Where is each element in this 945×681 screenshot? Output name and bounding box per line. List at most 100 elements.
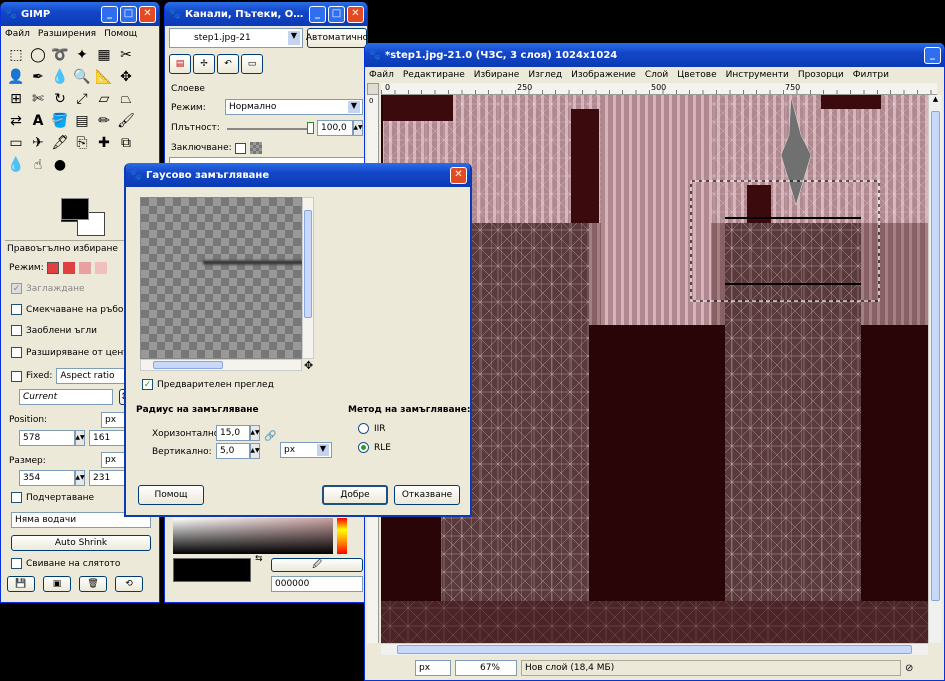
menu-image[interactable]: Изображение	[571, 70, 636, 80]
align-icon[interactable]: ⊞	[5, 88, 27, 110]
iir-radio[interactable]	[358, 423, 369, 434]
vertical-scrollbar[interactable]: ▲	[928, 95, 942, 643]
blend-icon[interactable]: ▤	[71, 110, 93, 132]
menu-help[interactable]: Помощ	[104, 29, 137, 39]
opacity-slider-handle[interactable]	[307, 122, 314, 134]
heal-icon[interactable]: ✚	[93, 132, 115, 154]
close-button[interactable]: ✕	[347, 5, 364, 23]
position-x-spinner[interactable]: ▲▼	[75, 430, 85, 446]
airbrush-icon[interactable]: ✈	[27, 132, 49, 154]
chain-link-icon[interactable]: 🔗	[264, 431, 276, 442]
menu-tools[interactable]: Инструменти	[726, 70, 789, 80]
menu-filters[interactable]: Филтри	[853, 70, 889, 80]
menu-view[interactable]: Изглед	[528, 70, 562, 80]
rounded-checkbox[interactable]	[11, 325, 22, 336]
opacity-slider[interactable]	[227, 128, 309, 130]
dialog-titlebar[interactable]: 🐾 Гаусово замъгляване ✕	[126, 163, 470, 187]
preview-vscroll-thumb[interactable]	[304, 210, 312, 318]
hex-input[interactable]: 000000	[271, 576, 363, 592]
crop-icon[interactable]: ✄	[27, 88, 49, 110]
antialias-checkbox[interactable]: ✓	[11, 283, 22, 294]
horizontal-input[interactable]: 15,0	[216, 425, 250, 441]
lock-alpha-checkbox[interactable]	[234, 142, 246, 154]
text-icon[interactable]: A	[27, 110, 49, 132]
fg-color-swatch-front[interactable]	[61, 198, 89, 220]
vertical-input[interactable]: 5,0	[216, 443, 250, 459]
minimize-button[interactable]: _	[924, 46, 941, 64]
menu-file[interactable]: Файл	[5, 29, 30, 39]
perspective-icon[interactable]: ⏢	[115, 88, 137, 110]
help-button[interactable]: Помощ	[138, 485, 204, 505]
rect-select-icon[interactable]: ⬚	[5, 44, 27, 66]
menu-colors[interactable]: Цветове	[677, 70, 716, 80]
highlight-checkbox[interactable]	[11, 492, 22, 503]
picker-button[interactable]: 🖉	[271, 558, 363, 572]
scroll-thumb[interactable]	[931, 111, 940, 601]
color-gradient-area[interactable]	[173, 518, 333, 554]
radius-unit-select[interactable]: px ▼	[280, 442, 332, 458]
highlight-row[interactable]: Подчертаване	[11, 492, 94, 503]
toolbox-titlebar[interactable]: 🐾 GIMP _ □ ✕	[1, 2, 159, 26]
minimize-button[interactable]: _	[309, 5, 326, 23]
scroll-up-arrow[interactable]: ▲	[929, 95, 942, 109]
horizontal-scrollbar[interactable]	[381, 643, 928, 655]
reset-options-icon[interactable]: ⟲	[115, 576, 143, 592]
expand-center-checkbox[interactable]	[11, 347, 22, 358]
preview-area[interactable]	[140, 197, 303, 359]
dodge-burn-icon[interactable]: ●	[49, 154, 71, 176]
close-button[interactable]: ✕	[139, 5, 156, 23]
mode-subtract-icon[interactable]	[78, 262, 91, 274]
scale-icon[interactable]: ⤢	[71, 88, 93, 110]
shrink-merged-checkbox[interactable]	[11, 558, 22, 569]
horizontal-spinner[interactable]: ▲▼	[250, 425, 260, 441]
bucket-fill-icon[interactable]: 🪣	[49, 110, 71, 132]
size-w-input[interactable]: 354	[19, 470, 75, 486]
delete-options-icon[interactable]: 🗑	[79, 576, 107, 592]
ink-icon[interactable]: 🖋	[49, 132, 71, 154]
tab-channels-icon[interactable]: ▭	[241, 54, 263, 74]
menu-select[interactable]: Избиране	[474, 70, 520, 80]
ok-button[interactable]: Добре	[322, 485, 388, 505]
perspective-clone-icon[interactable]: ⧉	[115, 132, 137, 154]
paths-icon[interactable]: ✒	[27, 66, 49, 88]
pencil-icon[interactable]: ✏	[93, 110, 115, 132]
rounded-row[interactable]: Заоблени ъгли	[11, 325, 97, 336]
preview-hscroll[interactable]	[140, 359, 302, 371]
position-x-input[interactable]: 578	[19, 430, 75, 446]
scissors-icon[interactable]: ✂	[115, 44, 137, 66]
current-input[interactable]: Current	[19, 389, 113, 405]
zoom-icon[interactable]: 🔍	[71, 66, 93, 88]
smudge-icon[interactable]: ☝	[27, 154, 49, 176]
image-select[interactable]: step1.jpg-21 ▼	[169, 28, 303, 48]
preview-nav-icon[interactable]: ✥	[304, 359, 313, 372]
rle-radio[interactable]	[358, 442, 369, 453]
unit-select[interactable]: px	[415, 660, 451, 676]
antialias-row[interactable]: ✓ Заглаждане	[11, 283, 85, 294]
opacity-input[interactable]: 100,0	[317, 120, 353, 136]
minimize-button[interactable]: _	[101, 5, 118, 23]
preview-checkbox[interactable]: ✓	[142, 379, 153, 390]
mode-intersect-icon[interactable]	[94, 262, 107, 274]
shrink-merged-row[interactable]: Свиване на слятото	[11, 558, 120, 569]
move-icon[interactable]: ✥	[115, 66, 137, 88]
dialog-close-button[interactable]: ✕	[450, 166, 467, 184]
auto-shrink-button[interactable]: Auto Shrink	[11, 535, 151, 551]
preview-toggle-row[interactable]: ✓ Предварителен преглед	[142, 379, 274, 390]
rotate-icon[interactable]: ↻	[49, 88, 71, 110]
menu-windows[interactable]: Прозорци	[798, 70, 844, 80]
method-iir-row[interactable]: IIR	[358, 423, 386, 434]
menu-file[interactable]: Файл	[369, 70, 394, 80]
swap-color-icon[interactable]: ⇆	[255, 554, 263, 564]
flip-icon[interactable]: ⇄	[5, 110, 27, 132]
maximize-button[interactable]: □	[120, 5, 137, 23]
maximize-button[interactable]: □	[328, 5, 345, 23]
shear-icon[interactable]: ▱	[93, 88, 115, 110]
save-options-icon[interactable]: 💾	[7, 576, 35, 592]
zoom-select[interactable]: 67%	[455, 660, 517, 676]
preview-vscroll[interactable]	[302, 197, 314, 359]
quick-mask-corner[interactable]	[367, 83, 379, 95]
layer-mode-select[interactable]: Нормално ▼	[225, 99, 363, 115]
blur-icon[interactable]: 💧	[5, 154, 27, 176]
menu-edit[interactable]: Редактиране	[403, 70, 465, 80]
hscroll-thumb[interactable]	[397, 645, 912, 654]
